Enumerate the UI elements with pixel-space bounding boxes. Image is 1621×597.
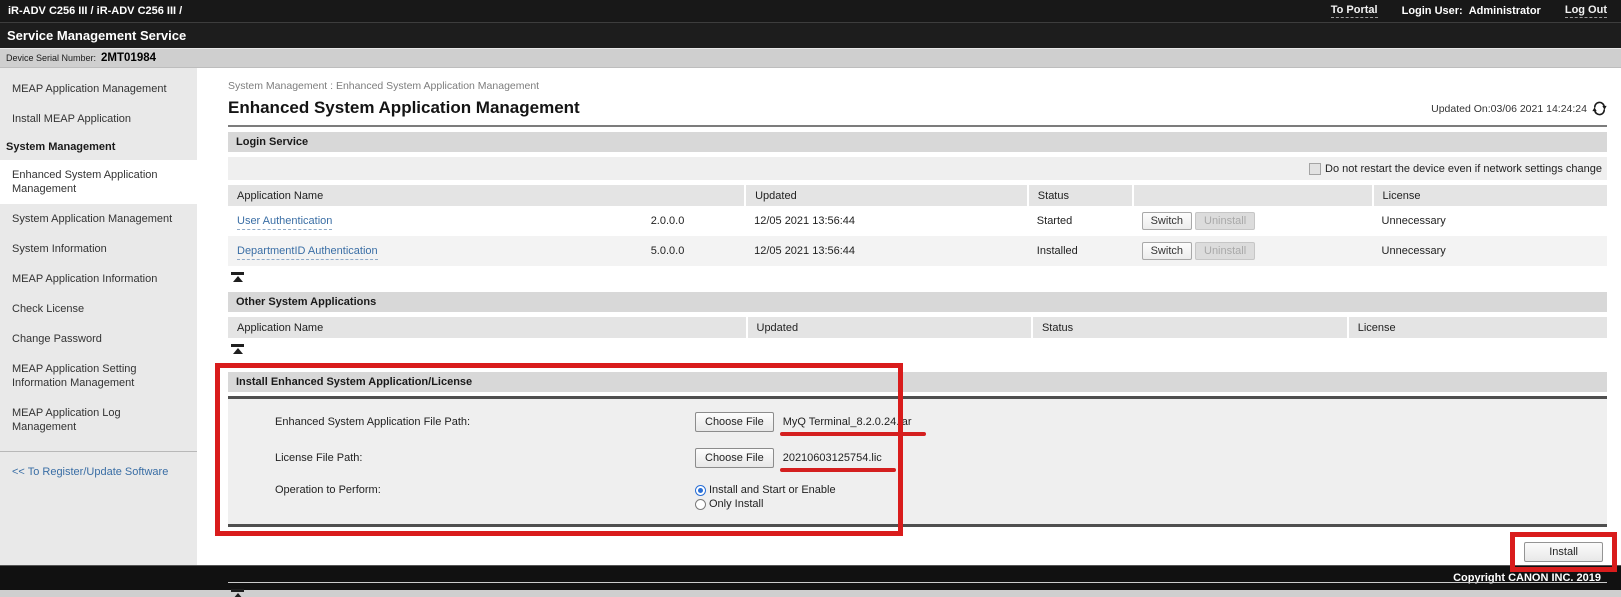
radio-install-and-start-or-enable[interactable]: Install and Start or Enable xyxy=(695,484,836,496)
login-user-label: Login User: xyxy=(1402,5,1463,17)
main-content: System Management : Enhanced System Appl… xyxy=(197,68,1621,565)
layout: MEAP Application Management Install MEAP… xyxy=(0,68,1621,565)
uninstall-button: Uninstall xyxy=(1195,242,1255,260)
app-title: Service Management Service xyxy=(7,28,186,43)
column-header-updated: Updated xyxy=(745,185,1028,206)
choose-file-button-license[interactable]: Choose File xyxy=(695,448,774,468)
annotation-box: Install xyxy=(1510,532,1617,572)
switch-button[interactable]: Switch xyxy=(1142,212,1192,230)
sidebar-item-meap-application-management[interactable]: MEAP Application Management xyxy=(0,74,197,104)
switch-button[interactable]: Switch xyxy=(1142,242,1192,260)
app-title-bar: Service Management Service xyxy=(0,22,1621,49)
column-header-application-name: Application Name xyxy=(228,185,745,206)
serial-value: 2MT01984 xyxy=(101,52,156,64)
serial-bar: Device Serial Number: 2MT01984 xyxy=(0,49,1621,68)
sidebar-divider xyxy=(0,451,197,452)
app-link-user-authentication[interactable]: User Authentication xyxy=(237,215,332,230)
app-file-path-label: Enhanced System Application File Path: xyxy=(275,412,695,428)
radio-icon xyxy=(695,485,706,496)
app-license: Unnecessary xyxy=(1373,206,1607,236)
section-install-enhanced-system-application-license: Install Enhanced System Application/Lice… xyxy=(228,372,1607,392)
restart-checkbox-label: Do not restart the device even if networ… xyxy=(1325,163,1602,175)
breadcrumb: System Management : Enhanced System Appl… xyxy=(228,80,1607,92)
sidebar-item-system-application-management[interactable]: System Application Management xyxy=(0,204,197,234)
to-register-update-software-link[interactable]: << To Register/Update Software xyxy=(0,462,197,482)
scroll-to-top-icon[interactable] xyxy=(231,344,244,354)
radio-icon xyxy=(695,499,706,510)
table-row: User Authentication 2.0.0.0 12/05 2021 1… xyxy=(228,206,1607,236)
serial-label: Device Serial Number: xyxy=(6,53,96,63)
device-path: iR-ADV C256 III / iR-ADV C256 III / xyxy=(8,5,182,17)
uninstall-button: Uninstall xyxy=(1195,212,1255,230)
sidebar-header-system-management: System Management xyxy=(0,134,197,160)
sidebar-item-check-license[interactable]: Check License xyxy=(0,294,197,324)
application-file-name: MyQ Terminal_8.2.0.24.jar xyxy=(783,412,912,428)
app-updated: 12/05 2021 13:56:44 xyxy=(745,206,1028,236)
page: iR-ADV C256 III / iR-ADV C256 III / To P… xyxy=(0,0,1621,597)
license-file-path-label: License File Path: xyxy=(275,448,695,464)
log-out-link[interactable]: Log Out xyxy=(1565,4,1607,18)
topbar: iR-ADV C256 III / iR-ADV C256 III / To P… xyxy=(0,0,1621,22)
login-user: Login User: Administrator xyxy=(1402,5,1541,17)
app-license: Unnecessary xyxy=(1373,236,1607,266)
column-header-license: License xyxy=(1348,317,1607,338)
updated-on-text: Updated On:03/06 2021 14:24:24 xyxy=(1431,103,1587,115)
page-title: Enhanced System Application Management xyxy=(228,98,580,118)
scroll-to-top-icon[interactable] xyxy=(231,272,244,282)
license-file-name: 20210603125754.lic xyxy=(783,448,882,464)
refresh-icon[interactable] xyxy=(1592,101,1607,116)
install-form: Enhanced System Application File Path: C… xyxy=(228,396,1607,527)
to-portal-link[interactable]: To Portal xyxy=(1331,4,1378,18)
topbar-right: To Portal Login User: Administrator Log … xyxy=(1331,4,1607,18)
install-section: Install Enhanced System Application/Lice… xyxy=(228,372,1607,527)
radio-label: Only Install xyxy=(709,498,763,510)
column-header-updated: Updated xyxy=(747,317,1032,338)
app-status: Started xyxy=(1028,206,1133,236)
bottom-divider xyxy=(228,582,1607,583)
table-row: DepartmentID Authentication 5.0.0.0 12/0… xyxy=(228,236,1607,266)
updated-on: Updated On:03/06 2021 14:24:24 xyxy=(1431,101,1607,118)
section-other-system-applications: Other System Applications xyxy=(228,292,1607,312)
sidebar-item-enhanced-system-application-management[interactable]: Enhanced System Application Management xyxy=(0,160,197,204)
install-button[interactable]: Install xyxy=(1524,542,1603,562)
app-status: Installed xyxy=(1028,236,1133,266)
column-header-status: Status xyxy=(1028,185,1133,206)
choose-file-button-application[interactable]: Choose File xyxy=(695,412,774,432)
column-header-actions xyxy=(1133,185,1373,206)
sidebar-item-meap-application-setting-information-management[interactable]: MEAP Application Setting Information Man… xyxy=(0,354,197,398)
operation-to-perform-label: Operation to Perform: xyxy=(275,484,695,496)
app-updated: 12/05 2021 13:56:44 xyxy=(745,236,1028,266)
radio-only-install[interactable]: Only Install xyxy=(695,498,836,510)
sidebar-item-change-password[interactable]: Change Password xyxy=(0,324,197,354)
sidebar-item-meap-application-log-management[interactable]: MEAP Application Log Management xyxy=(0,398,197,442)
column-header-application-name: Application Name xyxy=(228,317,747,338)
sidebar-item-install-meap-application[interactable]: Install MEAP Application xyxy=(0,104,197,134)
radio-label: Install and Start or Enable xyxy=(709,484,836,496)
operation-radio-group: Install and Start or Enable Only Install xyxy=(695,484,836,510)
login-service-table: Application Name Updated Status License … xyxy=(228,185,1607,266)
sidebar: MEAP Application Management Install MEAP… xyxy=(0,68,197,565)
login-user-value: Administrator xyxy=(1469,5,1541,17)
section-login-service: Login Service xyxy=(228,132,1607,152)
other-system-applications-table: Application Name Updated Status License xyxy=(228,317,1607,338)
column-header-status: Status xyxy=(1032,317,1348,338)
column-header-license: License xyxy=(1373,185,1607,206)
restart-checkbox[interactable] xyxy=(1309,163,1321,175)
app-version: 2.0.0.0 xyxy=(642,206,745,236)
scroll-to-top-icon[interactable] xyxy=(231,589,244,597)
app-link-departmentid-authentication[interactable]: DepartmentID Authentication xyxy=(237,245,378,260)
restart-checkbox-row: Do not restart the device even if networ… xyxy=(228,157,1607,180)
app-version: 5.0.0.0 xyxy=(642,236,745,266)
sidebar-item-system-information[interactable]: System Information xyxy=(0,234,197,264)
sidebar-item-meap-application-information[interactable]: MEAP Application Information xyxy=(0,264,197,294)
title-divider xyxy=(228,125,1607,127)
